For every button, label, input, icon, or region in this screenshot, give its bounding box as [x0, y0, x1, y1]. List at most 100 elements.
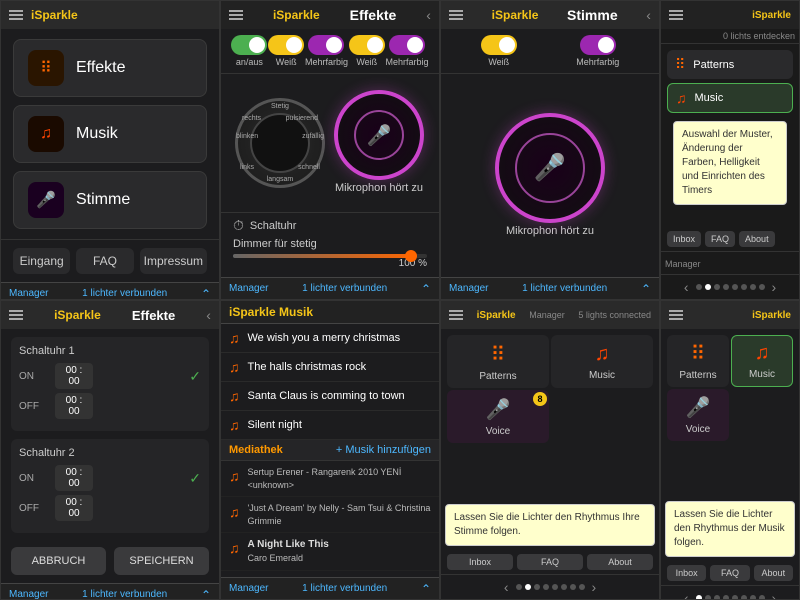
btn-faq[interactable]: FAQ [76, 248, 133, 274]
p4-header: iSparkle [661, 1, 799, 29]
p3-hamburger[interactable] [449, 10, 463, 20]
toggle-weiss-oval[interactable] [268, 35, 304, 55]
p2-dial2[interactable]: 🎤 [334, 90, 424, 180]
p3-dial[interactable]: 🎤 [495, 113, 605, 223]
panel-voice-tooltip: iSparkle Manager 5 lights connected ⠿ Pa… [440, 300, 660, 600]
schaltuhr1-on-time[interactable]: 00 : 00 [55, 363, 93, 389]
p5-back[interactable]: ‹ [206, 307, 211, 323]
p3-back[interactable]: ‹ [646, 7, 651, 23]
p2-chevron[interactable]: ⌃ [421, 282, 431, 296]
dimmer-track[interactable] [233, 254, 427, 258]
p3-manager: Manager [449, 283, 488, 294]
lib-item-1[interactable]: ♫ ‪Sertup Erener - Rangarenk 2010 YENİ‬ … [221, 461, 439, 497]
p8-dot-3 [714, 595, 720, 600]
menu-item-stimme[interactable]: 🎤 Stimme [13, 171, 207, 229]
p8-patterns-label: Patterns [679, 370, 716, 381]
p3-toggle-mehrfarbig-oval[interactable] [580, 35, 616, 55]
p7-about-btn[interactable]: About [587, 554, 653, 570]
toggle-weiss2-oval[interactable] [349, 35, 385, 55]
p8-inbox-btn[interactable]: Inbox [667, 565, 706, 581]
p8-music-item[interactable]: ♫ Music [731, 335, 793, 387]
toggle-mehrfarbig2-oval[interactable] [389, 35, 425, 55]
p4-music-label: Music [695, 92, 724, 104]
panel-schaltuhr: iSparkle Effekte ‹ Schaltuhr 1 ON 00 : 0… [0, 300, 220, 600]
toggle-weiss2[interactable]: Weiß [349, 35, 385, 67]
toggle-mehrfarbig-oval[interactable] [308, 35, 344, 55]
dial-label-rechts: rechts [242, 115, 261, 122]
track-4[interactable]: ♫ Silent night [221, 411, 439, 440]
p4-about-btn[interactable]: About [739, 231, 775, 247]
toggle-mehrfarbig[interactable]: Mehrfarbig [305, 35, 348, 67]
p7-dot-1 [516, 584, 522, 590]
p7-music-item[interactable]: ♫ Music [551, 335, 653, 388]
p3-toggle-mehrfarbig[interactable]: Mehrfarbig [576, 35, 619, 67]
p7-nav-right[interactable]: › [588, 579, 601, 595]
p2-back[interactable]: ‹ [426, 7, 431, 23]
p3-toggle-weiss-oval[interactable] [481, 35, 517, 55]
p7-voice-item[interactable]: 8 🎤 Voice [447, 390, 549, 443]
p1-logo: iSparkle [31, 8, 78, 22]
track-1[interactable]: ♫ We wish you a merry christmas [221, 324, 439, 353]
p7-inbox-btn[interactable]: Inbox [447, 554, 513, 570]
p8-voice-item[interactable]: 🎤 Voice [667, 389, 729, 441]
p7-nav-left[interactable]: ‹ [500, 579, 513, 595]
p8-faq-btn[interactable]: FAQ [710, 565, 749, 581]
track-3[interactable]: ♫ Santa Claus is comming to town [221, 382, 439, 411]
toggle-anaus-oval[interactable] [231, 35, 267, 55]
btn-eingang[interactable]: Eingang [13, 248, 70, 274]
p2-hamburger[interactable] [229, 10, 243, 20]
toggle-weiss[interactable]: Weiß [268, 35, 304, 67]
p6-mediathek-add[interactable]: + Musik hinzufügen [336, 444, 431, 456]
p7-patterns-item[interactable]: ⠿ Patterns [447, 335, 549, 388]
p1-chevron[interactable]: ⌃ [201, 287, 211, 301]
hamburger-icon[interactable] [9, 10, 23, 20]
btn-speichern[interactable]: SPEICHERN [114, 547, 209, 575]
p8-patterns-item[interactable]: ⠿ Patterns [667, 335, 729, 387]
p2-dial1[interactable]: Stetig pulsierend schnell langsam links … [235, 98, 325, 188]
btn-abbruch[interactable]: ABBRUCH [11, 547, 106, 575]
schaltuhr1-off-time[interactable]: 00 : 00 [55, 393, 93, 419]
p4-nav-left[interactable]: ‹ [680, 279, 693, 295]
p5-chevron[interactable]: ⌃ [201, 588, 211, 600]
lib3-title: A Night Like This [248, 539, 329, 550]
p4-patterns-item[interactable]: ⠿ Patterns [667, 50, 793, 79]
toggle-mehrfarbig2[interactable]: Mehrfarbig [386, 35, 429, 67]
lib-item-2[interactable]: ♫ 'Just A Dream' by Nelly - Sam Tsui & C… [221, 497, 439, 533]
p4-nav-right[interactable]: › [768, 279, 781, 295]
p8-nav-right[interactable]: › [768, 590, 781, 600]
btn-impressum[interactable]: Impressum [140, 248, 207, 274]
p3-header: iSparkle Stimme ‹ [441, 1, 659, 29]
p4-inbox-btn[interactable]: Inbox [667, 231, 701, 247]
dot-6 [741, 284, 747, 290]
lib-item-3[interactable]: ♫ A Night Like This Caro Emerald [221, 533, 439, 571]
toggle-anaus[interactable]: an/aus [231, 35, 267, 67]
dial-label-blinken: blinken [236, 133, 258, 140]
p4-faq-btn[interactable]: FAQ [705, 231, 735, 247]
lib1-title: ‪Sertup Erener - Rangarenk 2010 YENİ‬ [248, 466, 402, 479]
lib2-icon: ♫ [229, 504, 240, 520]
p8-hamburger[interactable] [669, 310, 683, 320]
p7-faq-btn[interactable]: FAQ [517, 554, 583, 570]
p7-hamburger[interactable] [449, 310, 463, 320]
p7-dot-6 [561, 584, 567, 590]
p5-logo: iSparkle [54, 308, 101, 322]
p3-toggle-weiss[interactable]: Weiß [481, 35, 517, 67]
p5-status: 1 lichter verbunden [82, 589, 167, 600]
schaltuhr2-on-time[interactable]: 00 : 00 [55, 465, 93, 491]
menu-item-effekte[interactable]: ⠿ Effekte [13, 39, 207, 97]
menu-item-musik[interactable]: ♫ Musik [13, 105, 207, 163]
p8-nav-left[interactable]: ‹ [680, 590, 693, 600]
p6-chevron[interactable]: ⌃ [421, 582, 431, 596]
schaltuhr2-title: Schaltuhr 2 [19, 447, 201, 459]
schaltuhr2-off-time[interactable]: 00 : 00 [55, 495, 93, 521]
p8-about-btn[interactable]: About [754, 565, 793, 581]
track-2[interactable]: ♫ The halls christmas rock [221, 353, 439, 382]
p5-footer: Manager 1 lichter verbunden ⌃ [1, 583, 219, 600]
p4-music-item[interactable]: ♫ Music [667, 83, 793, 113]
p4-hamburger[interactable] [669, 10, 683, 20]
lib1-text: ‪Sertup Erener - Rangarenk 2010 YENİ‬ <u… [248, 466, 402, 491]
p3-chevron[interactable]: ⌃ [641, 282, 651, 296]
schaltuhr1-title: Schaltuhr 1 [19, 345, 201, 357]
p5-hamburger[interactable] [9, 310, 23, 320]
p3-dial-section: 🎤 Mikrophon hört zu [495, 113, 605, 239]
